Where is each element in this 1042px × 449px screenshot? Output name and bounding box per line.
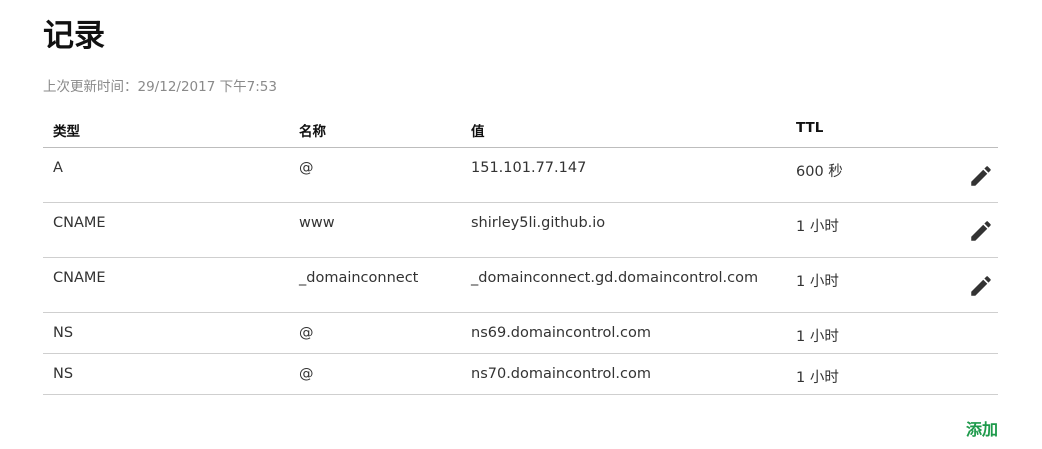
edit-record-button[interactable] (968, 273, 994, 299)
column-header-value: 值 (471, 124, 485, 140)
record-name: _domainconnect (299, 270, 419, 286)
record-ttl: 1 小时 (796, 274, 839, 290)
last-updated-timestamp: 上次更新时间：29/12/2017 下午7:53 (43, 79, 277, 95)
record-type: CNAME (53, 215, 106, 231)
record-type: A (53, 160, 63, 176)
column-header-ttl: TTL (796, 120, 824, 136)
dns-records-table: 类型 名称 值 TTL A @ 151.101.77.147 600 秒 CNA… (43, 110, 998, 395)
record-type: NS (53, 325, 74, 341)
table-row: CNAME www shirley5li.github.io 1 小时 (43, 203, 998, 258)
record-value: _domainconnect.gd.domaincontrol.com (471, 270, 759, 286)
record-ttl: 1 小时 (796, 219, 839, 235)
edit-record-button[interactable] (968, 163, 994, 189)
column-header-type: 类型 (53, 124, 80, 140)
record-value: shirley5li.github.io (471, 215, 606, 231)
edit-record-button[interactable] (968, 218, 994, 244)
record-type: NS (53, 366, 74, 382)
record-value: ns70.domaincontrol.com (471, 366, 651, 382)
record-type: CNAME (53, 270, 106, 286)
add-record-button[interactable]: 添加 (966, 419, 998, 441)
pencil-icon (971, 166, 991, 186)
page-title: 记录 (43, 18, 105, 54)
table-row: NS @ ns69.domaincontrol.com 1 小时 (43, 313, 998, 354)
record-ttl: 1 小时 (796, 370, 839, 386)
record-value: 151.101.77.147 (471, 160, 587, 176)
record-name: @ (299, 366, 314, 382)
record-ttl: 600 秒 (796, 164, 843, 180)
record-name: @ (299, 325, 314, 341)
record-name: @ (299, 160, 314, 176)
column-header-name: 名称 (299, 124, 326, 140)
record-value: ns69.domaincontrol.com (471, 325, 651, 341)
table-header-row: 类型 名称 值 TTL (43, 110, 998, 148)
table-row: NS @ ns70.domaincontrol.com 1 小时 (43, 354, 998, 395)
record-name: www (299, 215, 335, 231)
record-ttl: 1 小时 (796, 329, 839, 345)
pencil-icon (971, 221, 991, 241)
table-row: CNAME _domainconnect _domainconnect.gd.d… (43, 258, 998, 313)
pencil-icon (971, 276, 991, 296)
table-row: A @ 151.101.77.147 600 秒 (43, 148, 998, 203)
